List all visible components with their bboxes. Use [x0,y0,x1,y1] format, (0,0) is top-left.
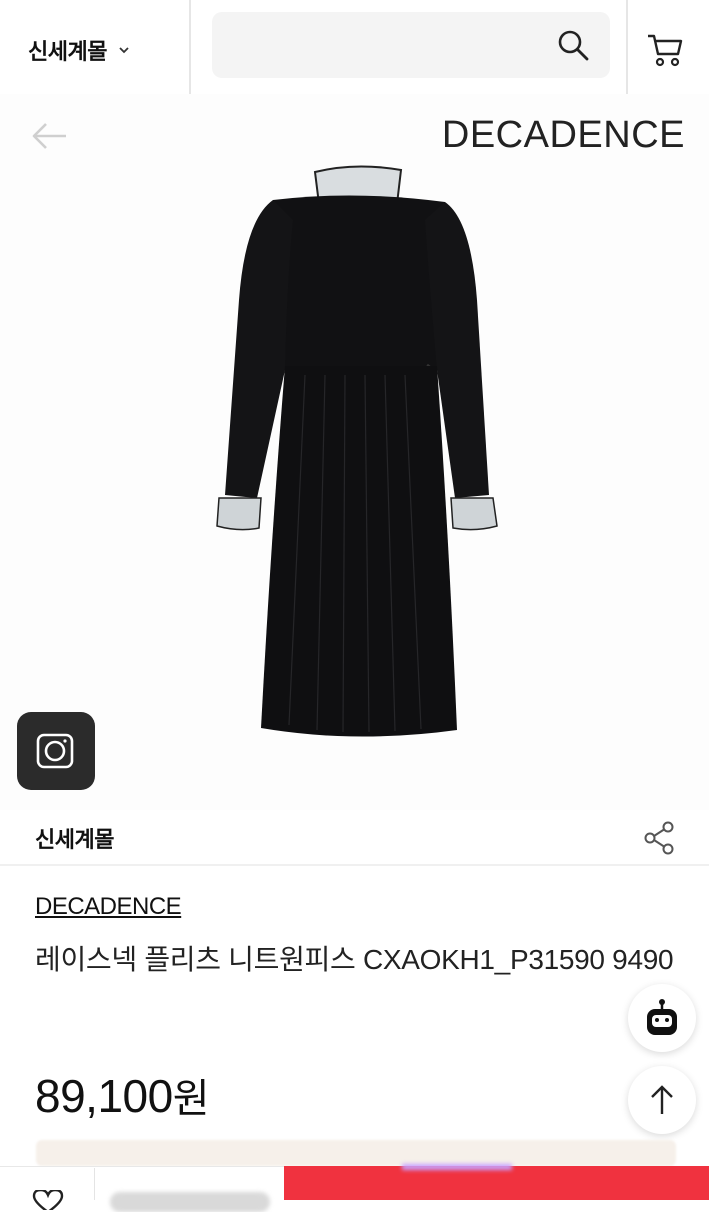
scroll-top-button[interactable] [628,1066,696,1134]
search-bar[interactable] [212,12,610,78]
store-name: 신세계몰 [35,827,114,852]
heart-icon[interactable] [26,1190,70,1210]
header-divider [189,0,191,94]
price-currency: 원 [172,1077,210,1121]
search-icon[interactable] [556,28,590,62]
camera-icon [36,733,74,769]
header-divider [626,0,628,94]
chatbot-button[interactable] [628,984,696,1052]
promo-strip [36,1140,676,1166]
top-header: 신세계몰 [0,0,709,94]
gift-button[interactable] [110,1192,270,1212]
camera-search-button[interactable] [17,712,95,790]
chevron-down-icon [119,47,129,54]
product-price: 89,100원 [35,1066,210,1124]
buy-button-badge [402,1164,512,1170]
hero-brand-logo: DECADENCE [441,114,685,156]
cart-icon[interactable] [646,32,684,68]
product-title: 레이스넥 플리츠 니트원피스 CXAOKH1_P31590 9490 [35,944,674,975]
dress-image [216,165,498,737]
store-row: 신세계몰 [0,810,709,866]
product-brand-link[interactable]: DECADENCE [35,893,182,921]
price-value: 89,100 [35,1070,173,1122]
mall-selector[interactable]: 신세계몰 [28,34,131,66]
arrow-left-icon[interactable] [28,118,70,154]
mall-selector-label: 신세계몰 [28,39,107,64]
chatbot-icon [647,999,677,1035]
arrow-up-icon [651,1085,673,1114]
search-input[interactable] [226,24,550,66]
share-icon[interactable] [642,820,676,856]
buy-button[interactable] [284,1164,709,1200]
bottom-divider [94,1168,95,1200]
